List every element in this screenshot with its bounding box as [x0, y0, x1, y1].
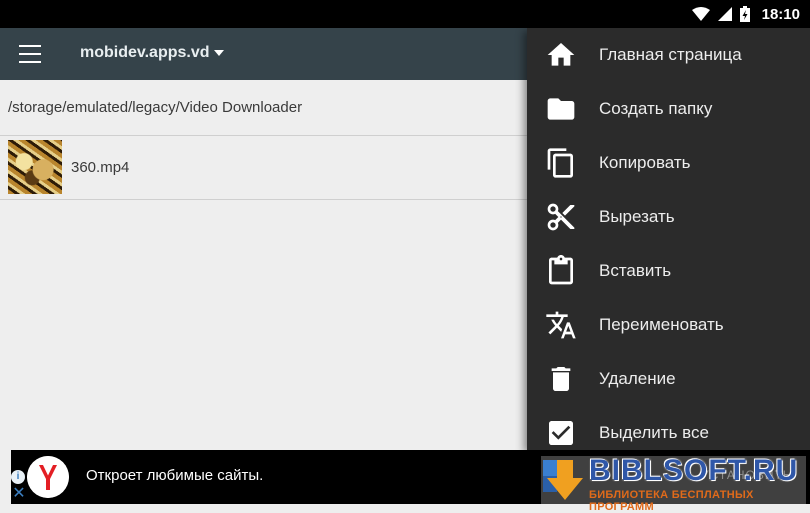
folder-icon: [547, 98, 575, 120]
app-title: mobidev.apps.vd: [80, 44, 210, 61]
menu-item-copy[interactable]: Копировать: [527, 136, 810, 190]
menu-item-cut[interactable]: Вырезать: [527, 190, 810, 244]
ad-close-icon[interactable]: ✕: [11, 486, 27, 502]
battery-icon: [739, 6, 750, 22]
checkbox-icon: [549, 421, 573, 445]
translate-icon: [546, 311, 576, 339]
video-thumbnail: [8, 140, 62, 194]
watermark-subtitle: БИБЛИОТЕКА БЕСПЛАТНЫХ ПРОГРАММ: [589, 489, 754, 513]
menu-item-label: Переименовать: [599, 315, 724, 334]
download-arrow-icon: [543, 460, 583, 500]
menu-hamburger-icon[interactable]: [19, 45, 41, 63]
scissors-icon: [547, 203, 575, 231]
status-icons: 18:10: [691, 0, 800, 28]
menu-item-rename[interactable]: Переименовать: [527, 298, 810, 352]
menu-item-home[interactable]: Главная страница: [527, 28, 810, 82]
current-path: /storage/emulated/legacy/Video Downloade…: [8, 99, 303, 116]
watermark-title: BIBLSOFT.RU: [589, 454, 799, 487]
copy-icon: [547, 148, 573, 178]
wifi-icon: [691, 7, 710, 21]
context-menu: Главная страница Создать папку Копироват…: [527, 28, 810, 450]
home-icon: [547, 43, 575, 66]
menu-item-delete[interactable]: Удаление: [527, 352, 810, 406]
trash-icon: [551, 367, 571, 391]
status-bar: 18:10: [0, 0, 810, 28]
signal-icon: [717, 7, 732, 21]
ad-text: Откроет любимые сайты.: [86, 467, 264, 484]
menu-item-paste[interactable]: Вставить: [527, 244, 810, 298]
ad-info-icon[interactable]: i: [11, 470, 25, 484]
menu-item-label: Удаление: [599, 369, 676, 388]
app-title-dropdown[interactable]: mobidev.apps.vd: [80, 44, 224, 62]
caret-down-icon: [213, 50, 224, 56]
menu-item-label: Вырезать: [599, 207, 675, 226]
yandex-logo-icon: [27, 456, 69, 498]
clock: 18:10: [761, 5, 800, 23]
menu-item-label: Главная страница: [599, 45, 742, 64]
menu-item-label: Копировать: [599, 153, 691, 172]
watermark: BIBLSOFT.RU БИБЛИОТЕКА БЕСПЛАТНЫХ ПРОГРА…: [541, 454, 806, 513]
menu-item-create-folder[interactable]: Создать папку: [527, 82, 810, 136]
file-name: 360.mp4: [71, 159, 130, 176]
clipboard-icon: [549, 255, 573, 285]
menu-item-label: Выделить все: [599, 423, 709, 442]
menu-item-label: Вставить: [599, 261, 672, 280]
menu-item-label: Создать папку: [599, 99, 713, 118]
